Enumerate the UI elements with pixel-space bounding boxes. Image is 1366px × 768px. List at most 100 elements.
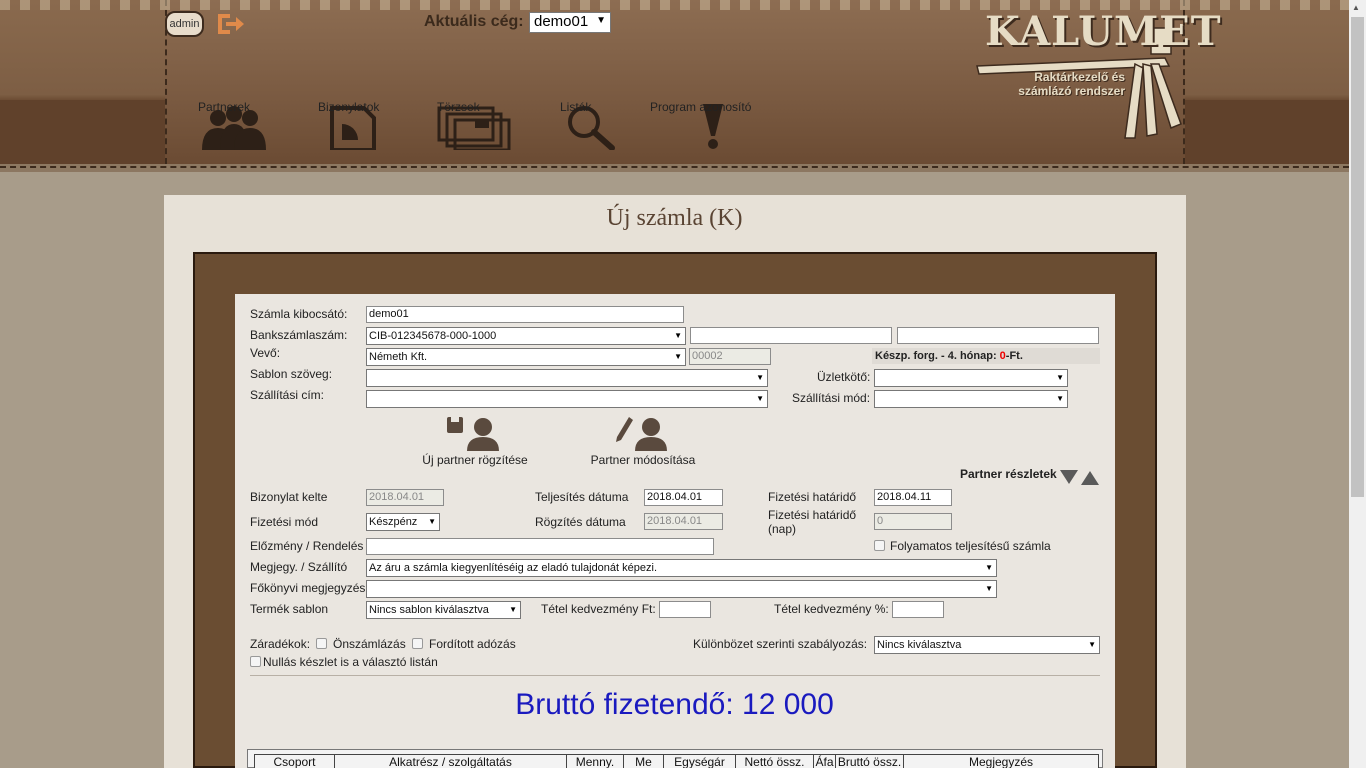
new-partner-label: Új partner rögzítése: [422, 453, 528, 467]
clauses-label: Záradékok:: [250, 637, 311, 651]
new-partner-button[interactable]: Új partner rögzítése: [413, 413, 537, 467]
buyer-code-field: 00002: [689, 348, 771, 365]
item-discount-pct-label: Tétel kedvezmény %:: [774, 602, 889, 616]
diff-regulation-select[interactable]: Nincs kiválasztva: [874, 636, 1100, 654]
logo-subtitle: Raktárkezelő és számlázó rendszer: [1000, 70, 1125, 98]
due-days-label: Fizetési határidő (nap): [768, 508, 856, 536]
reverse-tax-label: Fordított adózás: [429, 637, 516, 651]
shipping-mode-select[interactable]: [874, 390, 1068, 408]
scroll-up-arrow-icon[interactable]: ▲: [1352, 3, 1360, 12]
prior-order-label: Előzmény / Rendelés: [250, 539, 364, 553]
col-unit-price[interactable]: Egységár: [664, 755, 736, 768]
item-discount-ft-label: Tétel kedvezmény Ft:: [541, 602, 656, 616]
issuer-label: Számla kibocsátó:: [250, 307, 348, 321]
edit-partner-button[interactable]: Partner módosítása: [581, 413, 705, 467]
item-discount-pct-input[interactable]: [892, 601, 944, 618]
nav-lists-label: Listák: [560, 100, 592, 114]
header-bottom-spacer: [0, 172, 1349, 192]
col-note[interactable]: Megjegyzés: [904, 755, 1099, 768]
nav-lists[interactable]: Listák: [560, 100, 626, 150]
dealer-select[interactable]: [874, 369, 1068, 387]
nav-program-id[interactable]: Program azonosító: [650, 100, 776, 150]
doc-date-label: Bizonylat kelte: [250, 490, 328, 504]
buyer-label: Vevő:: [250, 346, 281, 360]
shipping-address-label: Szállítási cím:: [250, 388, 325, 402]
ledger-note-label: Főkönyvi megjegyzés: [250, 581, 366, 595]
note-select[interactable]: Az áru a számla kiegyenlítéséig az eladó…: [366, 559, 997, 577]
nav-documents[interactable]: Bizonylatok: [318, 100, 390, 150]
company-select[interactable]: demo01 ▼: [529, 12, 611, 33]
zero-stock-label: Nullás készlet is a választó listán: [263, 655, 438, 669]
self-billing-checkbox[interactable]: [316, 638, 327, 649]
issuer-input[interactable]: demo01: [366, 306, 684, 323]
fulfil-date-label: Teljesítés dátuma: [535, 490, 629, 504]
payment-mode-label: Fizetési mód: [250, 515, 319, 529]
logo-title: KALUMET: [985, 8, 1222, 55]
reverse-tax-checkbox[interactable]: [412, 638, 423, 649]
dealer-label: Üzletkötő:: [817, 370, 871, 384]
col-gross-total[interactable]: Bruttó össz.: [836, 755, 904, 768]
continuous-label: Folyamatos teljesítésű számla: [890, 539, 1051, 553]
record-date-field: 2018.04.01: [644, 513, 723, 530]
doc-date-field: 2018.04.01: [366, 489, 444, 506]
logo-subtitle-line-2: számlázó rendszer: [1018, 84, 1125, 98]
product-template-label: Termék sablon: [250, 602, 329, 616]
col-vat[interactable]: Áfa: [814, 755, 836, 768]
company-select-value: demo01: [534, 13, 589, 30]
cash-turnover-suffix: -Ft.: [1005, 350, 1023, 362]
col-unit[interactable]: Me: [624, 755, 664, 768]
item-discount-ft-input[interactable]: [659, 601, 711, 618]
template-text-select[interactable]: [366, 369, 768, 387]
note-label: Megjegy. / Szállító: [250, 560, 348, 574]
ledger-note-select[interactable]: [366, 580, 997, 598]
save-user-icon: [447, 417, 499, 451]
logo-subtitle-line-1: Raktárkezelő és: [1034, 70, 1125, 84]
collapse-up-icon[interactable]: [1081, 471, 1099, 485]
admin-button[interactable]: admin: [165, 11, 204, 37]
company-label: Aktuális cég:: [424, 13, 524, 30]
bank-account-extra-2[interactable]: [897, 327, 1099, 344]
due-date-label: Fizetési határidő: [768, 490, 857, 504]
nav-documents-label: Bizonylatok: [318, 100, 380, 114]
record-date-label: Rögzítés dátuma: [535, 515, 626, 529]
nav-master-data-label: Törzsek: [437, 100, 480, 114]
col-item[interactable]: Alkatrész / szolgáltatás: [335, 755, 567, 768]
divider: [250, 675, 1100, 676]
buyer-select[interactable]: Németh Kft.: [366, 348, 686, 366]
scrollbar-thumb[interactable]: [1351, 17, 1364, 497]
cash-turnover-prefix: Készp. forg. - 4. hónap:: [875, 350, 1000, 362]
bank-account-extra-1[interactable]: [690, 327, 892, 344]
col-group[interactable]: Csoport: [255, 755, 335, 768]
fulfil-date-input[interactable]: 2018.04.01: [644, 489, 723, 506]
page-title: Új számla (K): [606, 205, 743, 231]
bank-account-select[interactable]: CIB-012345678-000-1000: [366, 327, 686, 345]
col-net-total[interactable]: Nettó össz.: [736, 755, 814, 768]
partner-details-label: Partner részletek: [960, 467, 1057, 481]
shipping-mode-label: Szállítási mód:: [792, 391, 871, 405]
zero-stock-checkbox[interactable]: [250, 656, 261, 667]
header-stitch: [0, 166, 1349, 168]
cash-turnover-info: Készp. forg. - 4. hónap: 0-Ft.: [872, 348, 1100, 364]
expand-down-icon[interactable]: [1060, 470, 1078, 484]
chevron-down-icon: ▼: [596, 15, 606, 26]
nav-partners-label: Partnerek: [198, 100, 251, 114]
due-date-input[interactable]: 2018.04.11: [874, 489, 952, 506]
items-table-header: Csoport Alkatrész / szolgáltatás Menny. …: [254, 754, 1099, 768]
gross-total: Bruttó fizetendő: 12 000: [515, 688, 834, 721]
nav-partners[interactable]: Partnerek: [198, 100, 270, 150]
continuous-checkbox[interactable]: [874, 540, 885, 551]
prior-order-input[interactable]: [366, 538, 714, 555]
logout-icon[interactable]: [214, 11, 246, 37]
nav-program-id-label: Program azonosító: [650, 100, 752, 114]
template-text-label: Sablon szöveg:: [250, 367, 333, 381]
due-days-label-line-1: Fizetési határidő: [768, 508, 857, 522]
bank-account-label: Bankszámlaszám:: [250, 328, 348, 342]
col-qty[interactable]: Menny.: [567, 755, 624, 768]
due-days-field: 0: [874, 513, 952, 530]
product-template-select[interactable]: Nincs sablon kiválasztva: [366, 601, 521, 619]
shipping-address-select[interactable]: [366, 390, 768, 408]
due-days-label-line-2: (nap): [768, 522, 797, 536]
nav-master-data[interactable]: Törzsek: [437, 100, 511, 150]
payment-mode-select[interactable]: Készpénz: [366, 513, 440, 531]
diff-regulation-label: Különbözet szerinti szabályozás:: [693, 637, 868, 651]
